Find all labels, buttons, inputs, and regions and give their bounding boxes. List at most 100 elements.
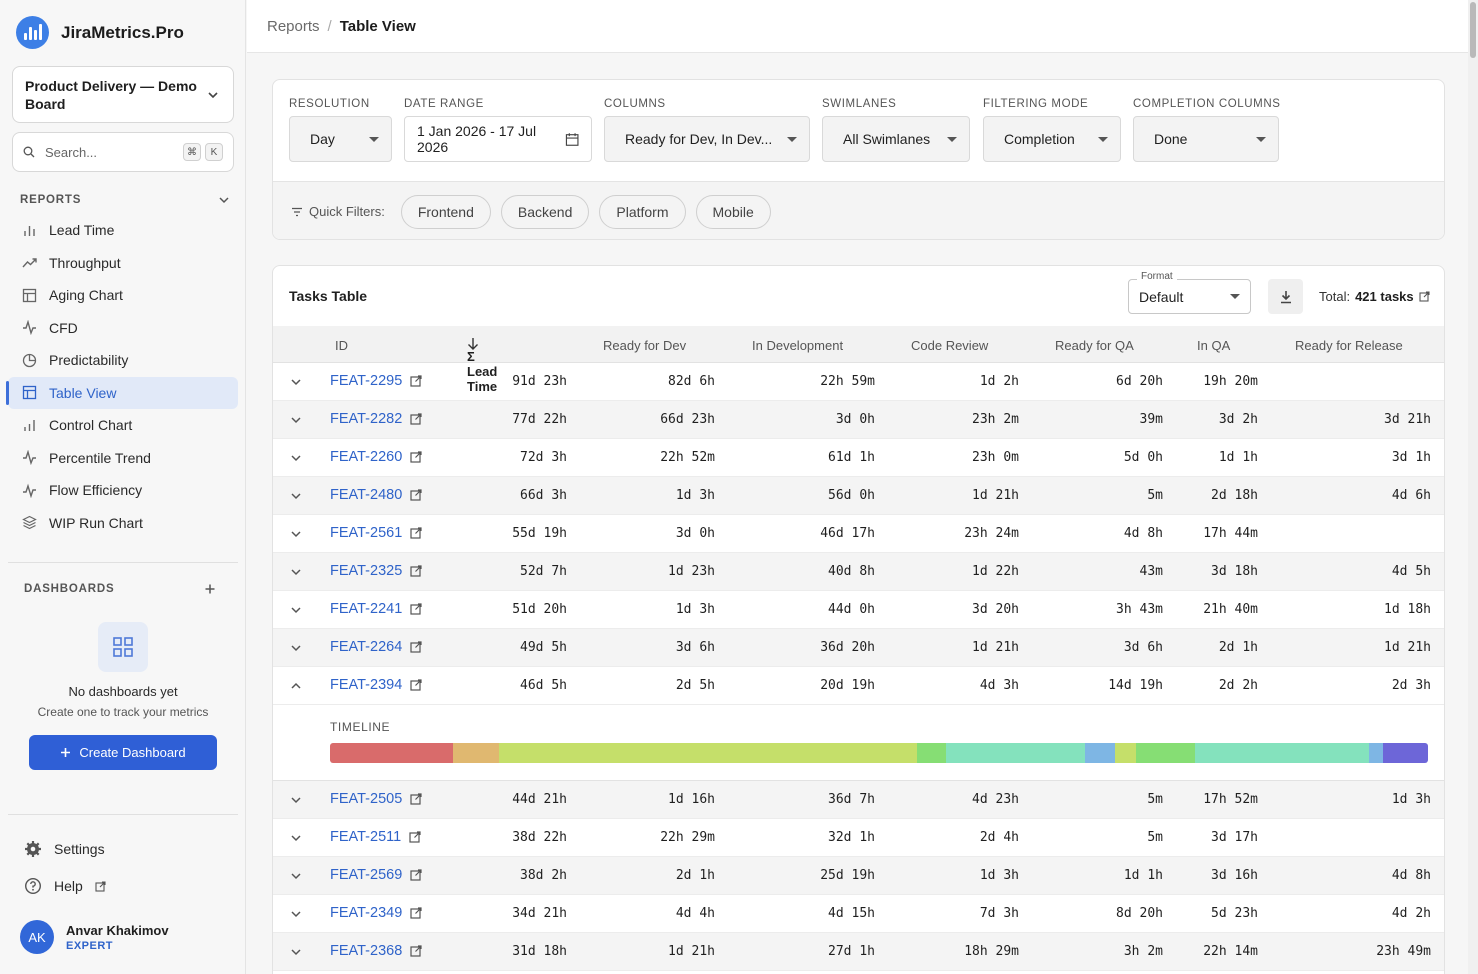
chevron-down-icon[interactable] (290, 566, 302, 578)
task-id-link[interactable]: FEAT-2264 (330, 639, 422, 655)
table-row[interactable]: FEAT-2511 38d 22h 22h 29m 32d 1h 2d 4h 5m 3d 1… (273, 819, 1444, 857)
column-header-in-qa[interactable]: In QA (1197, 338, 1230, 353)
task-id-link[interactable]: FEAT-2394 (330, 677, 422, 693)
external-link-icon[interactable] (410, 793, 422, 805)
user-profile[interactable]: AK Anvar Khakimov EXPERT (20, 920, 169, 954)
resolution-select[interactable]: Day (289, 116, 392, 162)
task-id-link[interactable]: FEAT-2480 (330, 487, 422, 503)
sidebar-item-cfd[interactable]: CFD (8, 312, 238, 345)
total-count[interactable]: Total: 421 tasks (1319, 289, 1430, 304)
external-link-icon[interactable] (410, 527, 422, 539)
format-select[interactable]: Format Default (1128, 271, 1251, 314)
quick-filter-chip[interactable]: Frontend (400, 194, 491, 229)
scrollbar-thumb[interactable] (1470, 2, 1476, 58)
table-row[interactable]: FEAT-2561 55d 19h 3d 0h 46d 17h 23h 24m 4d 8h… (273, 515, 1444, 553)
quick-filter-chip[interactable]: Backend (500, 194, 590, 229)
timeline-segment[interactable] (1085, 743, 1116, 763)
columns-select[interactable]: Ready for Dev, In Dev... (604, 116, 810, 162)
table-row[interactable]: FEAT-2349 34d 21h 4d 4h 4d 15h 7d 3h 8d 20h 5d… (273, 895, 1444, 933)
sidebar-item-throughput[interactable]: Throughput (8, 247, 238, 280)
help-link[interactable]: Help (24, 877, 106, 895)
external-link-icon[interactable] (410, 869, 422, 881)
task-id-link[interactable]: FEAT-2282 (330, 411, 422, 427)
timeline-segment[interactable] (1195, 743, 1369, 763)
external-link-icon[interactable] (409, 831, 421, 843)
task-id-link[interactable]: FEAT-2505 (330, 791, 422, 807)
timeline-segment[interactable] (1135, 743, 1196, 763)
table-row[interactable]: FEAT-2394 46d 5h 2d 5h 20d 19h 4d 3h 14d 19h 2… (273, 667, 1444, 705)
external-link-icon[interactable] (410, 679, 422, 691)
timeline-segment[interactable] (1368, 743, 1383, 763)
table-row[interactable]: FEAT-2325 52d 7h 1d 23h 40d 8h 1d 22h 43m 3d 1… (273, 553, 1444, 591)
table-row[interactable]: FEAT-2260 72d 3h 22h 52m 61d 1h 23h 0m 5d 0h 1… (273, 439, 1444, 477)
external-link-icon[interactable] (410, 451, 422, 463)
create-dashboard-button[interactable]: Create Dashboard (29, 735, 217, 770)
column-header-ready-for-dev[interactable]: Ready for Dev (603, 338, 686, 353)
chevron-down-icon[interactable] (290, 604, 302, 616)
column-header-id[interactable]: ID (335, 338, 348, 353)
external-link-icon[interactable] (410, 641, 422, 653)
timeline-segment[interactable] (1382, 743, 1428, 763)
task-id-link[interactable]: FEAT-2241 (330, 601, 422, 617)
external-link-icon[interactable] (410, 375, 422, 387)
quick-filter-chip[interactable]: Mobile (695, 194, 771, 229)
brand[interactable]: JiraMetrics.Pro (16, 16, 184, 49)
breadcrumb-parent[interactable]: Reports (267, 18, 320, 35)
task-id-link[interactable]: FEAT-2561 (330, 525, 422, 541)
table-row[interactable]: FEAT-2368 31d 18h 1d 21h 27d 1h 18h 29m 3h 2m… (273, 933, 1444, 971)
task-id-link[interactable]: FEAT-2349 (330, 905, 422, 921)
task-id-link[interactable]: FEAT-2511 (330, 829, 421, 845)
sidebar-item-control-chart[interactable]: Control Chart (8, 409, 238, 442)
filtering-mode-select[interactable]: Completion (983, 116, 1121, 162)
timeline-segment[interactable] (917, 743, 946, 763)
task-id-link[interactable]: FEAT-2325 (330, 563, 422, 579)
sidebar-item-flow-efficiency[interactable]: Flow Efficiency (8, 474, 238, 507)
sidebar-item-lead-time[interactable]: Lead Time (8, 214, 238, 247)
chevron-down-icon[interactable] (290, 794, 302, 806)
table-row[interactable]: FEAT-2569 38d 2h 2d 1h 25d 19h 1d 3h 1d 1h 3d … (273, 857, 1444, 895)
external-link-icon[interactable] (410, 413, 422, 425)
sidebar-item-aging-chart[interactable]: Aging Chart (8, 279, 238, 312)
chevron-down-icon[interactable] (290, 452, 302, 464)
sidebar-item-wip-run-chart[interactable]: WIP Run Chart (8, 507, 238, 540)
timeline-segment[interactable] (452, 743, 500, 763)
date-range-input[interactable]: 1 Jan 2026 - 17 Jul 2026 (404, 116, 592, 162)
column-header-in-development[interactable]: In Development (752, 338, 843, 353)
external-link-icon[interactable] (410, 489, 422, 501)
task-id-link[interactable]: FEAT-2569 (330, 867, 422, 883)
column-header-code-review[interactable]: Code Review (911, 338, 988, 353)
table-row[interactable]: FEAT-2480 66d 3h 1d 3h 56d 0h 1d 21h 5m 2d 18h… (273, 477, 1444, 515)
external-link-icon[interactable] (410, 565, 422, 577)
chevron-down-icon[interactable] (290, 414, 302, 426)
table-row[interactable]: FEAT-2241 51d 20h 1d 3h 44d 0h 3d 20h 3h 43m 2… (273, 591, 1444, 629)
task-id-link[interactable]: FEAT-2260 (330, 449, 422, 465)
chevron-down-icon[interactable] (290, 528, 302, 540)
chevron-down-icon[interactable] (290, 870, 302, 882)
chevron-down-icon[interactable] (290, 832, 302, 844)
completion-columns-select[interactable]: Done (1133, 116, 1279, 162)
chevron-down-icon[interactable] (290, 490, 302, 502)
chevron-down-icon[interactable] (290, 376, 302, 388)
reports-section-header[interactable]: REPORTS (20, 194, 230, 206)
column-header-ready-for-release[interactable]: Ready for Release (1295, 338, 1403, 353)
chevron-down-icon[interactable] (290, 908, 302, 920)
settings-link[interactable]: Settings (24, 840, 105, 858)
table-row[interactable]: FEAT-2505 44d 21h 1d 16h 36d 7h 4d 23h 5m 17h … (273, 781, 1444, 819)
column-header-lead-time[interactable]: Σ Lead Time (467, 337, 497, 394)
task-id-link[interactable]: FEAT-2368 (330, 943, 422, 959)
task-id-link[interactable]: FEAT-2295 (330, 373, 422, 389)
chevron-up-icon[interactable] (290, 680, 302, 692)
table-row[interactable]: FEAT-2282 77d 22h 66d 23h 3d 0h 23h 2m 39m 3d … (273, 401, 1444, 439)
timeline-segment[interactable] (330, 743, 453, 763)
swimlanes-select[interactable]: All Swimlanes (822, 116, 970, 162)
timeline-segment[interactable] (499, 743, 918, 763)
column-header-ready-for-qa[interactable]: Ready for QA (1055, 338, 1134, 353)
board-selector[interactable]: Product Delivery — Demo Board (12, 66, 234, 123)
table-row[interactable]: FEAT-2264 49d 5h 3d 6h 36d 20h 1d 21h 3d 6h 2d… (273, 629, 1444, 667)
chevron-down-icon[interactable] (290, 642, 302, 654)
external-link-icon[interactable] (410, 945, 422, 957)
sidebar-item-table-view[interactable]: Table View (6, 376, 238, 409)
chevron-down-icon[interactable] (290, 946, 302, 958)
plus-icon[interactable] (204, 583, 216, 595)
quick-filter-chip[interactable]: Platform (599, 194, 686, 229)
